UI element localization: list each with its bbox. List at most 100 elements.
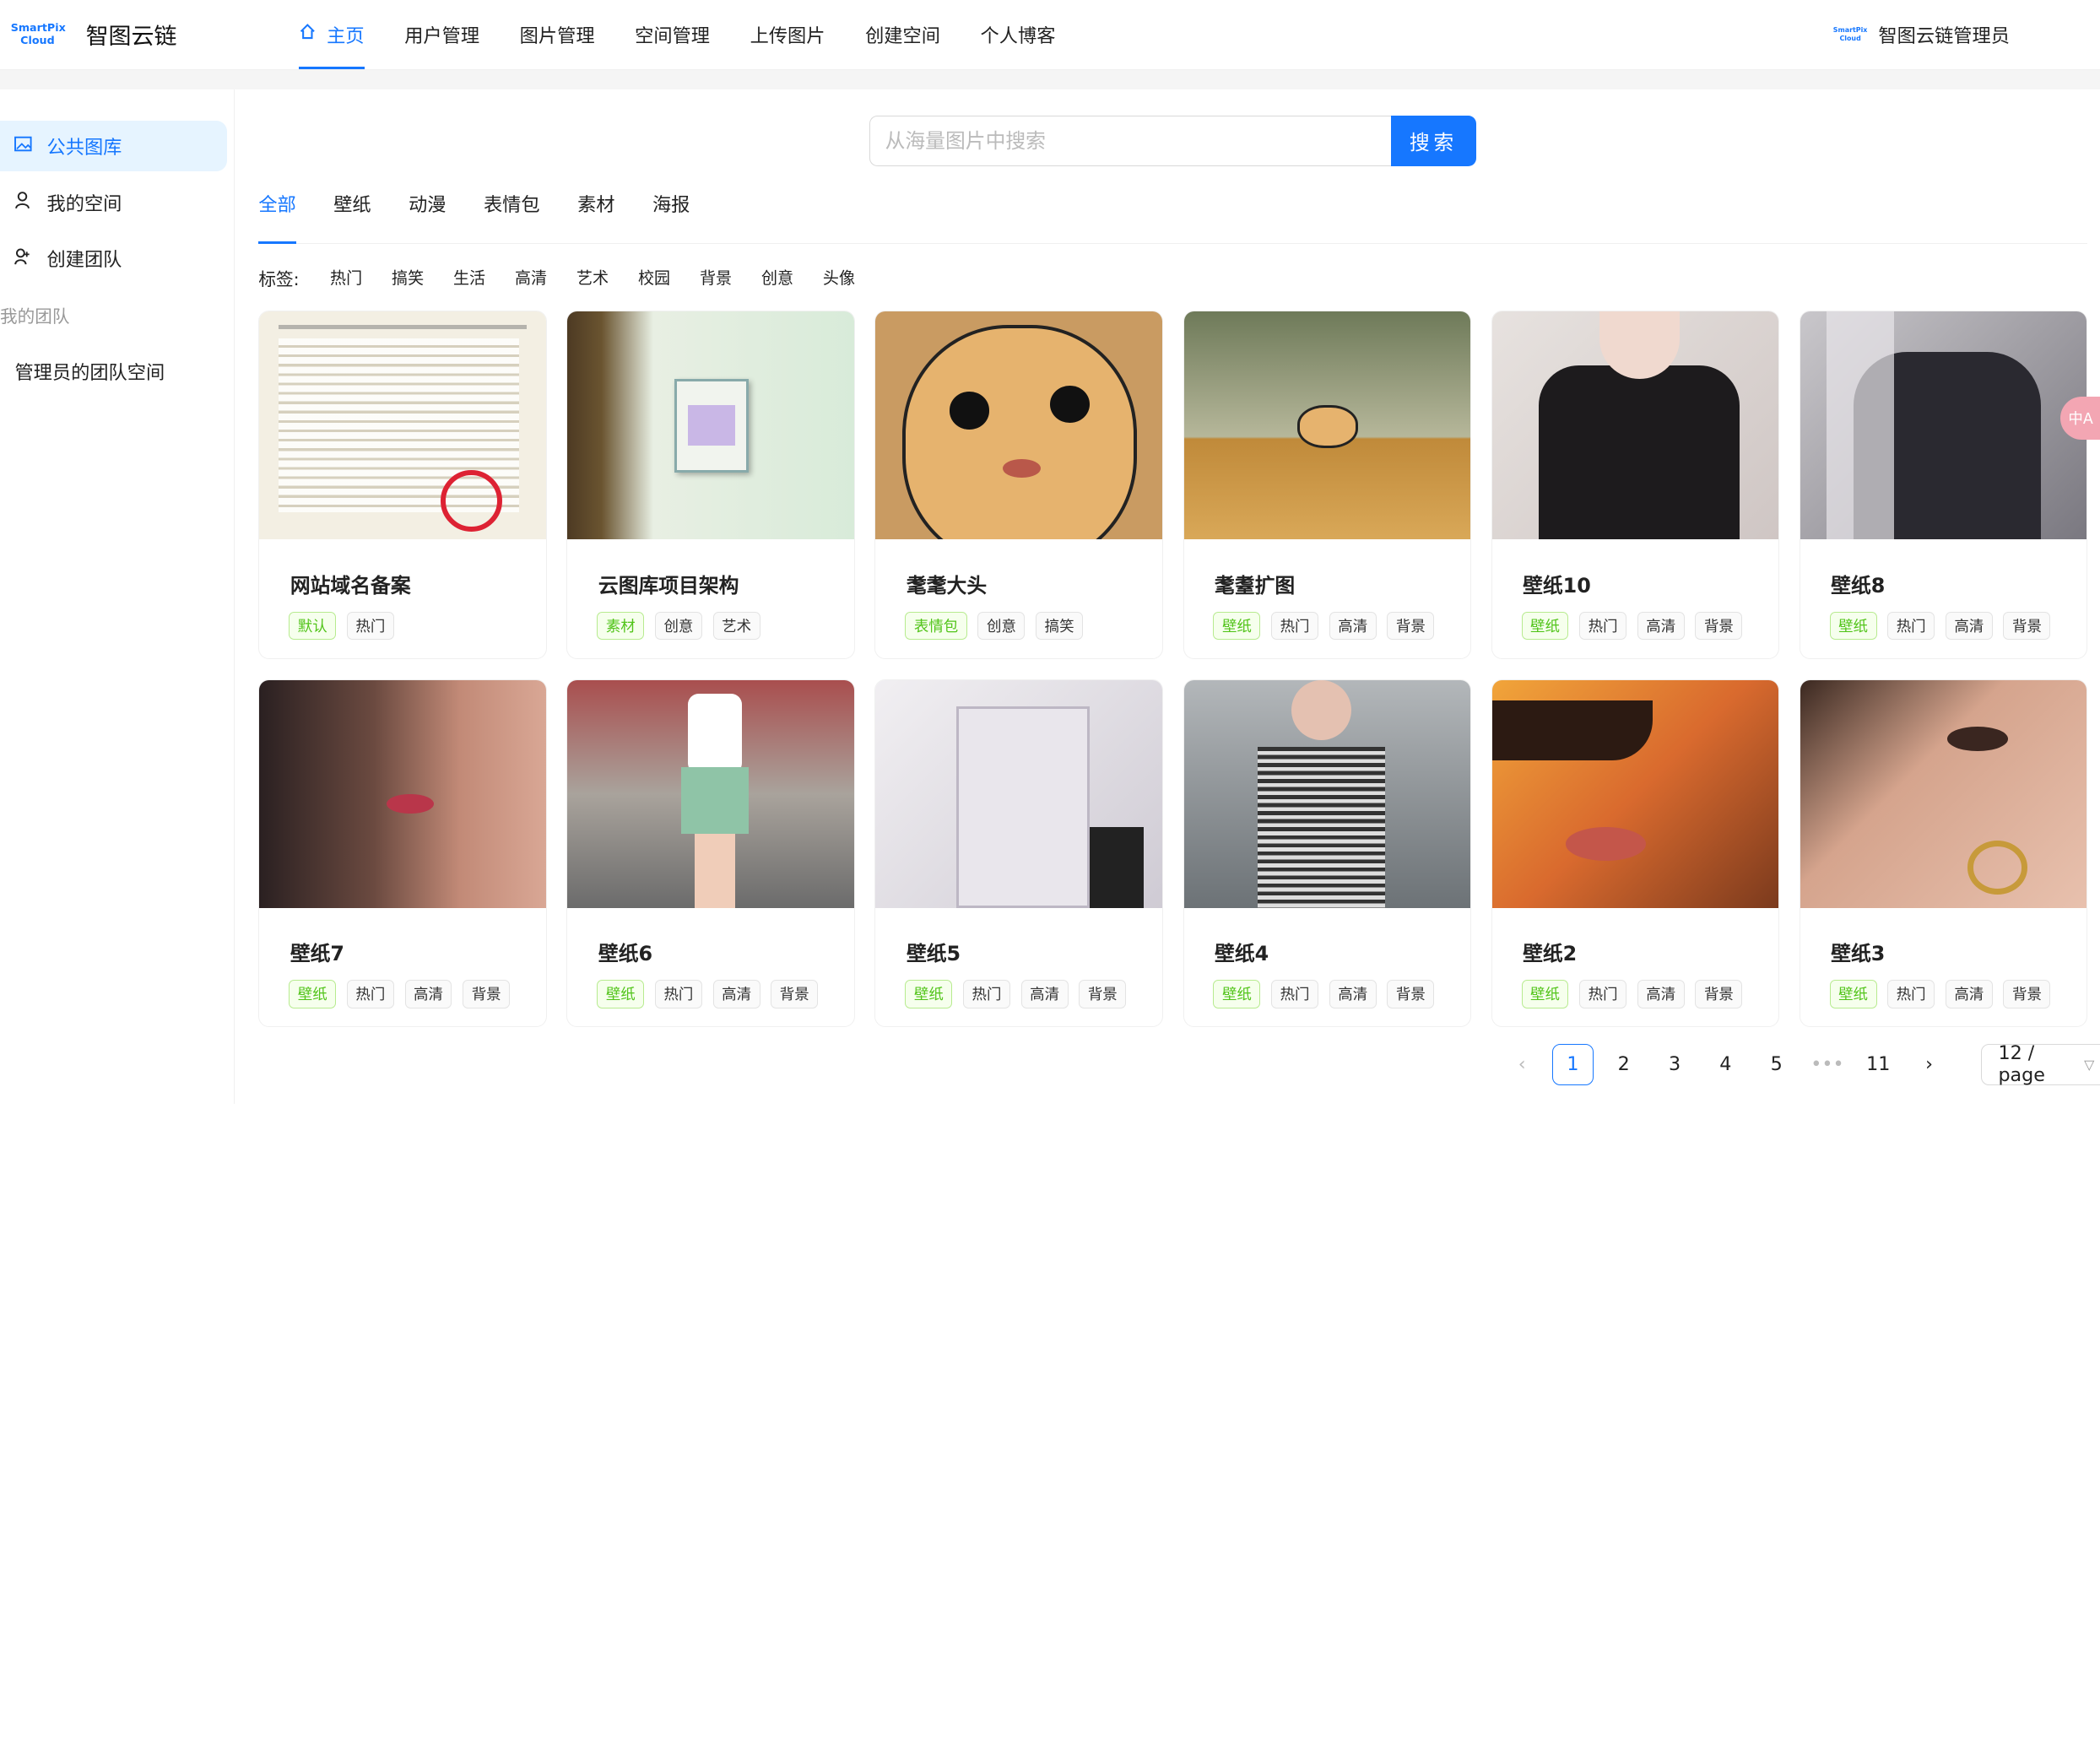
picture-card[interactable]: 云图库项目架构 素材 创意 艺术 (566, 311, 855, 659)
page-size-select[interactable]: 12 / page ▽ (1981, 1042, 2100, 1086)
picture-tags: 壁纸 热门 高清 背景 (905, 980, 1161, 1008)
picture-thumbnail[interactable] (1800, 679, 2086, 908)
picture-card[interactable]: 壁纸6 壁纸 热门 高清 背景 (566, 679, 855, 1028)
tag-filter-bar: 标签: 热门 搞笑 生活 高清 艺术 校园 背景 创意 头像 (258, 244, 2087, 311)
page-ellipsis[interactable]: ••• (1806, 1044, 1848, 1085)
picture-thumbnail[interactable] (875, 311, 1162, 540)
nav-item-upload[interactable]: 上传图片 (730, 0, 845, 69)
tab-anime[interactable]: 动漫 (409, 190, 446, 242)
picture-thumbnail[interactable] (1491, 679, 1778, 908)
search-bar: 搜索 (869, 115, 1477, 166)
thumbnail-art (695, 834, 735, 908)
tab-wallpaper[interactable]: 壁纸 (333, 190, 371, 242)
category-tag: 壁纸 (905, 980, 953, 1008)
thumbnail-art (1565, 827, 1647, 861)
avatar: SmartPix Cloud (1832, 26, 1868, 42)
tag-filter-item[interactable]: 生活 (453, 266, 485, 289)
picture-card[interactable]: 耄耋扩图 壁纸 热门 高清 背景 (1183, 311, 1471, 659)
nav-item-users[interactable]: 用户管理 (384, 0, 499, 69)
picture-thumbnail[interactable] (1183, 311, 1470, 540)
nav-item-pictures[interactable]: 图片管理 (500, 0, 614, 69)
tag-filter-item[interactable]: 高清 (515, 266, 547, 289)
page-number-button[interactable]: 5 (1756, 1044, 1797, 1085)
user-menu[interactable]: SmartPix Cloud 智图云链管理员 (1832, 21, 2010, 48)
page-number-button[interactable]: 3 (1653, 1044, 1695, 1085)
category-tag: 壁纸 (289, 980, 337, 1008)
thumbnail-art (1090, 827, 1144, 908)
picture-card[interactable]: 壁纸3 壁纸 热门 高清 背景 (1799, 679, 2087, 1028)
sidebar-item-label: 公共图库 (46, 137, 122, 159)
page-number-button[interactable]: 2 (1603, 1044, 1644, 1085)
picture-card[interactable]: 壁纸2 壁纸 热门 高清 背景 (1491, 679, 1779, 1028)
page-number-button[interactable]: 4 (1705, 1044, 1746, 1085)
search-input[interactable] (869, 115, 1391, 166)
tag-filter-item[interactable]: 搞笑 (392, 266, 424, 289)
picture-thumbnail[interactable] (875, 679, 1162, 908)
nav-item-spaces[interactable]: 空间管理 (614, 0, 729, 69)
top-header: SmartPix Cloud 智图云链 主页 用户管理 图片管理 空间管理 上传… (0, 0, 2100, 70)
picture-tag: 热门 (1579, 980, 1627, 1008)
sidebar-item-label: 我的空间 (46, 192, 122, 215)
sidebar-item-create-team[interactable]: 创建团队 (0, 233, 227, 284)
picture-tag: 热门 (346, 611, 394, 641)
picture-thumbnail[interactable] (1800, 311, 2086, 540)
tab-material[interactable]: 素材 (577, 190, 614, 242)
picture-card[interactable]: 壁纸5 壁纸 热门 高清 背景 (874, 679, 1163, 1028)
picture-thumbnail[interactable] (567, 679, 854, 908)
sidebar-item-public-gallery[interactable]: 公共图库 (0, 120, 227, 172)
thumbnail-art (1049, 385, 1091, 423)
picture-grid: 网站域名备案 默认 热门 云图库项目架构 素材 创意 艺术 耄耄大头 表情包 创意 搞笑 耄耋扩图 壁纸… (258, 311, 2087, 1028)
prev-page-button[interactable]: ‹ (1502, 1044, 1543, 1085)
picture-thumbnail[interactable] (1491, 311, 1778, 540)
picture-title: 壁纸6 (598, 942, 653, 966)
tag-filter-item[interactable]: 背景 (700, 266, 732, 289)
chevron-down-icon: ▽ (2084, 1056, 2095, 1073)
picture-tag: 热门 (1887, 980, 1935, 1008)
picture-title: 壁纸5 (906, 942, 961, 966)
picture-title: 壁纸8 (1831, 573, 1886, 598)
picture-tag: 热门 (963, 980, 1010, 1008)
nav-item-create-space[interactable]: 创建空间 (845, 0, 960, 69)
picture-thumbnail[interactable] (567, 311, 854, 540)
tag-filter-item[interactable]: 头像 (823, 266, 855, 289)
tag-filter-item[interactable]: 校园 (638, 266, 670, 289)
page-number-button[interactable]: 1 (1551, 1043, 1594, 1085)
picture-tag: 高清 (1329, 611, 1377, 641)
sidebar-item-team-space[interactable]: 管理员的团队空间 (0, 345, 227, 396)
tab-all[interactable]: 全部 (258, 190, 296, 246)
thumbnail-art (1491, 700, 1653, 760)
picture-tag: 背景 (463, 980, 511, 1008)
picture-thumbnail[interactable] (1183, 679, 1470, 908)
logo[interactable]: SmartPix Cloud (11, 22, 66, 46)
picture-tag: 背景 (771, 980, 819, 1008)
category-tag: 默认 (289, 611, 337, 641)
picture-card[interactable]: 网站域名备案 默认 热门 (258, 311, 547, 659)
tab-emoji[interactable]: 表情包 (484, 190, 540, 242)
tag-filter-item[interactable]: 创意 (761, 266, 793, 289)
picture-card[interactable]: 壁纸10 壁纸 热门 高清 背景 (1491, 311, 1779, 659)
nav-item-blog[interactable]: 个人博客 (961, 0, 1075, 69)
page-number-button[interactable]: 11 (1858, 1044, 1899, 1085)
team-icon (14, 248, 33, 270)
picture-thumbnail[interactable] (259, 679, 546, 908)
picture-thumbnail[interactable] (259, 311, 546, 540)
picture-card[interactable]: 壁纸4 壁纸 热门 高清 背景 (1183, 679, 1471, 1028)
tag-filter-item[interactable]: 热门 (330, 266, 362, 289)
picture-tags: 壁纸 热门 高清 背景 (289, 980, 545, 1008)
sidebar-item-my-space[interactable]: 我的空间 (0, 177, 227, 228)
nav-item-home[interactable]: 主页 (279, 0, 384, 70)
picture-card[interactable]: 耄耄大头 表情包 创意 搞笑 (874, 311, 1163, 659)
tag-filter-item[interactable]: 艺术 (576, 266, 609, 289)
search-button[interactable]: 搜索 (1390, 115, 1477, 166)
picture-card[interactable]: 壁纸7 壁纸 热门 高清 背景 (258, 679, 547, 1028)
picture-title: 壁纸2 (1523, 942, 1578, 966)
thumbnail-art (1257, 747, 1385, 908)
translate-icon[interactable]: 中A (2060, 396, 2100, 440)
thumbnail-art (387, 793, 434, 814)
thumbnail-art (1003, 458, 1041, 479)
picture-card[interactable]: 壁纸8 壁纸 热门 高清 背景 (1799, 311, 2087, 659)
next-page-button[interactable]: › (1908, 1044, 1950, 1085)
tab-poster[interactable]: 海报 (652, 190, 690, 242)
picture-tags: 壁纸 热门 高清 背景 (1521, 611, 1778, 641)
picture-title: 壁纸4 (1215, 942, 1269, 966)
